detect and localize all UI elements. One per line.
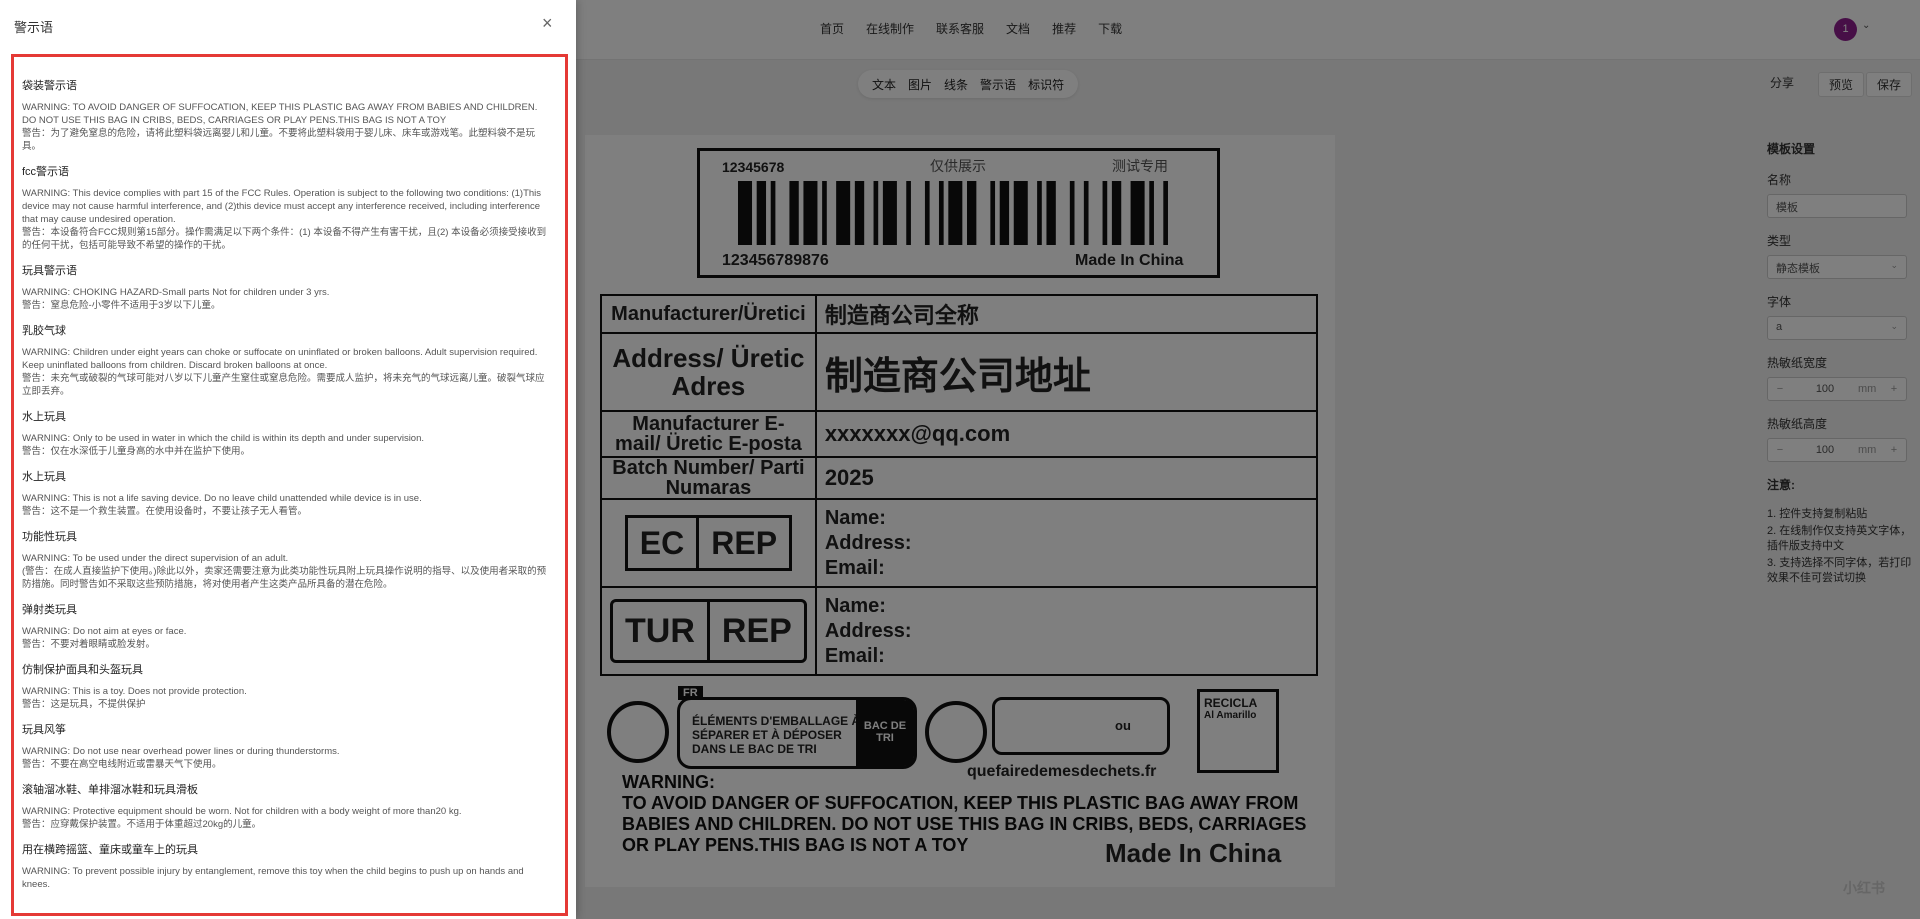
- drawer-title: 警示语: [14, 20, 54, 35]
- warning-item-title: 水上玩具: [22, 411, 66, 423]
- warning-item[interactable]: 弹射类玩具 WARNING: Do not aim at eyes or face…: [22, 601, 549, 651]
- warning-item-cn: (警告：在成人直接监护下使用。)除此以外，卖家还需要注意为此类功能性玩具附上玩具…: [22, 566, 547, 590]
- warning-item-en: WARNING: Protective equipment should be …: [22, 806, 462, 817]
- warning-drawer: 警示语 × 袋装警示语 WARNING: TO AVOID DANGER OF S…: [0, 0, 576, 919]
- warning-item[interactable]: fcc警示语 WARNING: This device complies with…: [22, 163, 549, 252]
- warning-item[interactable]: 水上玩具 WARNING: This is not a life saving d…: [22, 468, 549, 518]
- warning-item-cn: 警告：本设备符合FCC规则第15部分。操作需满足以下两个条件：(1) 本设备不得…: [22, 227, 547, 251]
- warning-item-title: 用在横跨摇篮、童床或童车上的玩具: [22, 844, 198, 856]
- warning-item-en: WARNING: Do not aim at eyes or face.: [22, 626, 187, 637]
- warning-item-cn: 警告：仅在水深低于儿童身高的水中并在监护下使用。: [22, 446, 251, 457]
- warning-item-title: 功能性玩具: [22, 531, 77, 543]
- warning-item-cn: 警告：未充气或破裂的气球可能对八岁以下儿童产生窒住或窒息危险。需要成人监护，将未…: [22, 373, 545, 397]
- warning-item-en: WARNING: Children under eight years can …: [22, 347, 538, 371]
- warning-item-cn: 警告：不要在高空电线附近或雷暴天气下使用。: [22, 759, 222, 770]
- warning-item[interactable]: 用在横跨摇篮、童床或童车上的玩具 WARNING: To prevent poss…: [22, 841, 549, 891]
- warning-item-en: WARNING: TO AVOID DANGER OF SUFFOCATION,…: [22, 102, 538, 126]
- warning-item-title: 乳胶气球: [22, 325, 66, 337]
- warning-item[interactable]: 水上玩具 WARNING: Only to be used in water in…: [22, 408, 549, 458]
- warning-item-cn: 警告：不要对着眼睛或脸发射。: [22, 639, 156, 650]
- warning-item-title: 弹射类玩具: [22, 604, 77, 616]
- warning-item-en: WARNING: Only to be used in water in whi…: [22, 433, 425, 444]
- warning-item-title: 玩具警示语: [22, 265, 77, 277]
- warning-item-en: WARNING: To be used under the direct sup…: [22, 553, 289, 564]
- warning-item-en: WARNING: This is not a life saving devic…: [22, 493, 422, 504]
- warning-item[interactable]: 乳胶气球 WARNING: Children under eight years …: [22, 322, 549, 398]
- warning-item[interactable]: 功能性玩具 WARNING: To be used under the direc…: [22, 528, 549, 591]
- warning-item[interactable]: 袋装警示语 WARNING: TO AVOID DANGER OF SUFFOCA…: [22, 77, 549, 153]
- warning-item-cn: 警告：这不是一个救生装置。在使用设备时，不要让孩子无人看管。: [22, 506, 308, 517]
- warning-item-en: WARNING: To prevent possible injury by e…: [22, 866, 524, 890]
- warning-item-cn: 警告：这是玩具，不提供保护: [22, 699, 146, 710]
- warning-item-en: WARNING: CHOKING HAZARD-Small parts Not …: [22, 287, 330, 298]
- warning-item-title: 水上玩具: [22, 471, 66, 483]
- warning-item[interactable]: 玩具警示语 WARNING: CHOKING HAZARD-Small parts…: [22, 262, 549, 312]
- warning-item-title: 滚轴溜冰鞋、单排溜冰鞋和玩具滑板: [22, 784, 198, 796]
- warning-item-cn: 警告：应穿戴保护装置。不适用于体重超过20kg的儿童。: [22, 819, 262, 830]
- warning-item-title: fcc警示语: [22, 166, 70, 178]
- warning-item-title: 袋装警示语: [22, 80, 77, 92]
- warning-item-en: WARNING: This is a toy. Does not provide…: [22, 686, 247, 697]
- warning-item-cn: 警告：窒息危险-小零件不适用于3岁以下儿童。: [22, 300, 221, 311]
- close-icon[interactable]: ×: [542, 13, 553, 34]
- warning-item-en: WARNING: Do not use near overhead power …: [22, 746, 340, 757]
- warning-item[interactable]: 玩具风筝 WARNING: Do not use near overhead po…: [22, 721, 549, 771]
- warning-item-title: 玩具风筝: [22, 724, 66, 736]
- warning-item-title: 仿制保护面具和头盔玩具: [22, 664, 143, 676]
- warning-item-en: WARNING: This device complies with part …: [22, 188, 542, 225]
- warning-list[interactable]: 袋装警示语 WARNING: TO AVOID DANGER OF SUFFOCA…: [11, 54, 568, 916]
- warning-item-cn: 警告：为了避免窒息的危险，请将此塑料袋远离婴儿和儿童。不要将此塑料袋用于婴儿床、…: [22, 128, 536, 152]
- warning-item[interactable]: 滚轴溜冰鞋、单排溜冰鞋和玩具滑板 WARNING: Protective equi…: [22, 781, 549, 831]
- warning-item[interactable]: 仿制保护面具和头盔玩具 WARNING: This is a toy. Does …: [22, 661, 549, 711]
